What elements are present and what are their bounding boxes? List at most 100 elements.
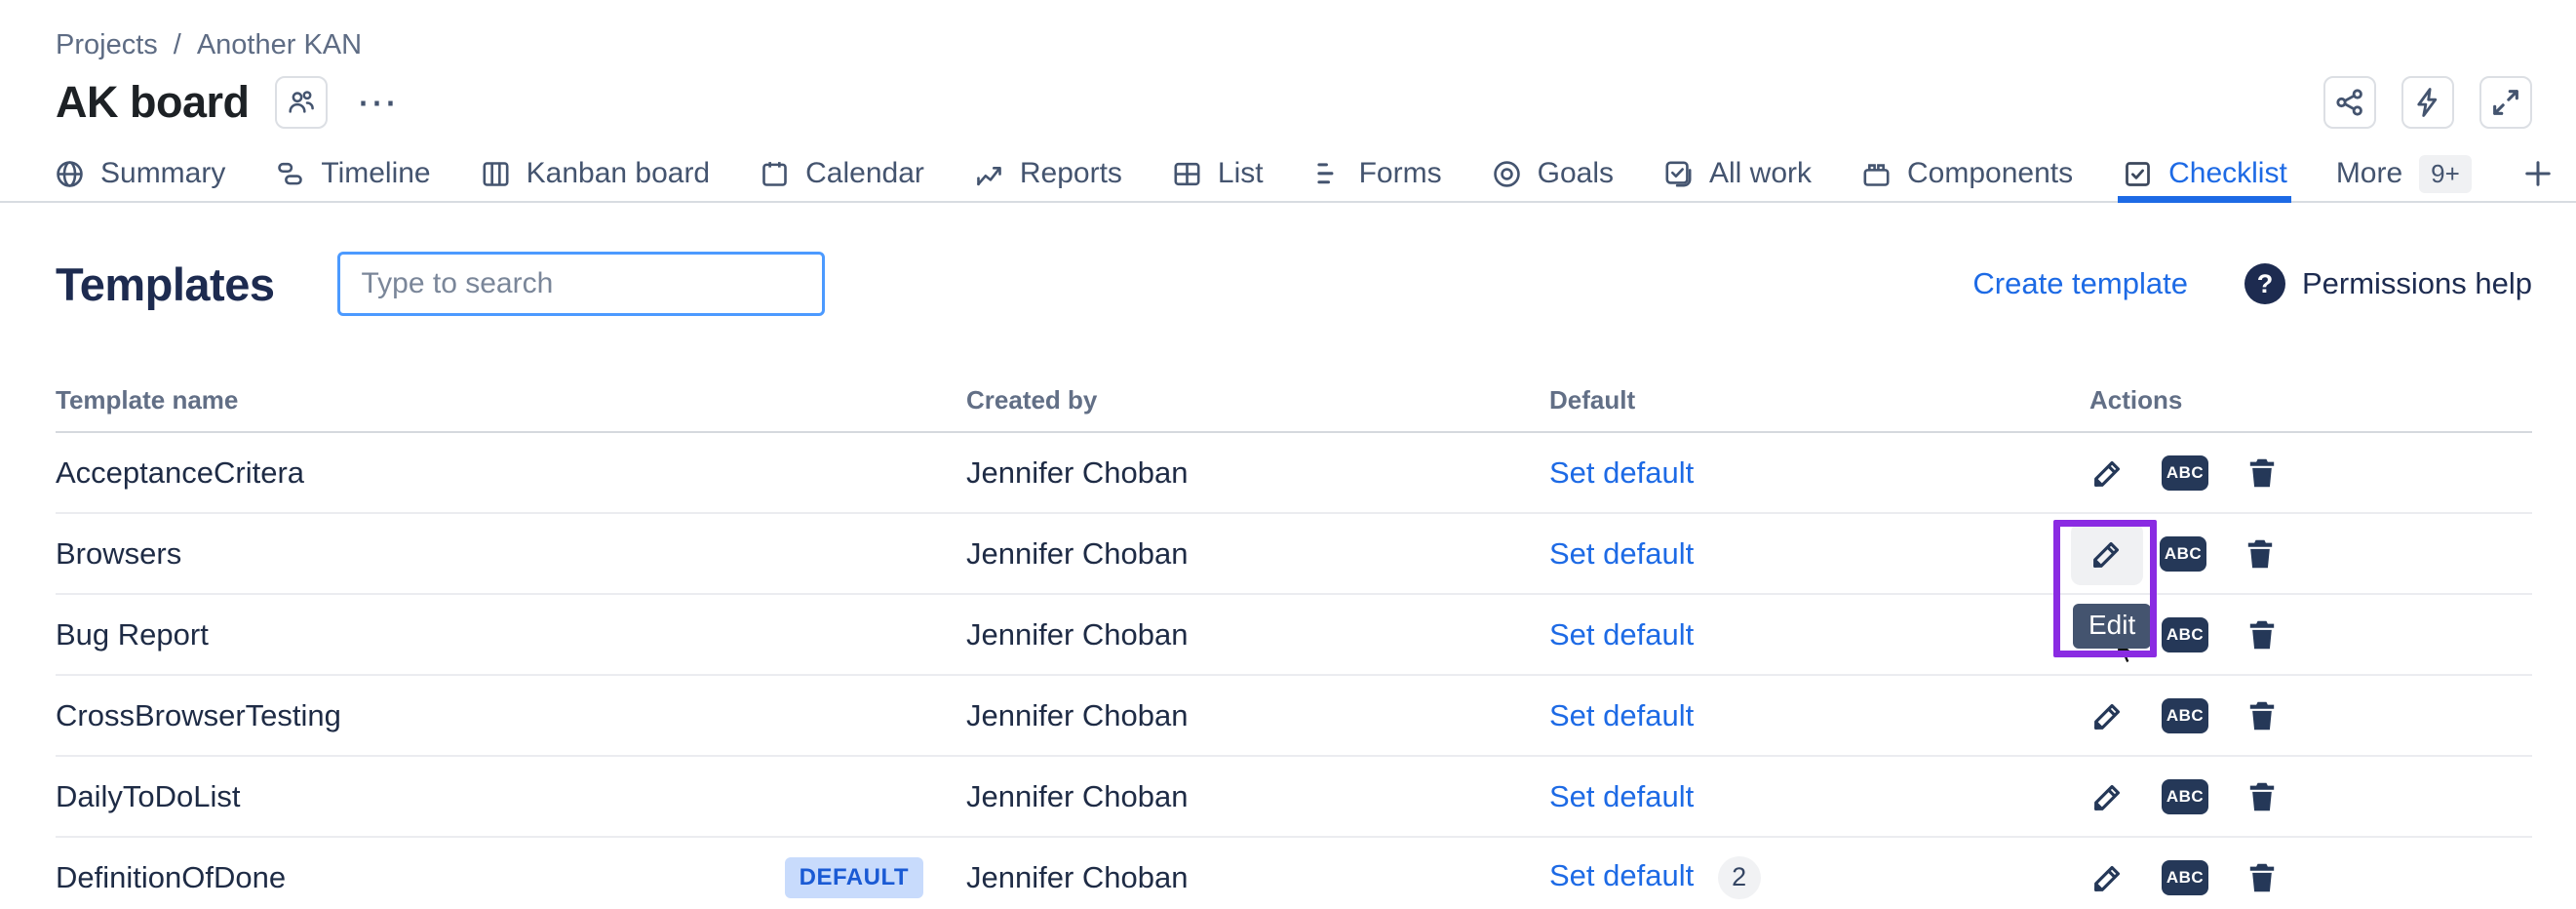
breadcrumb-separator: /: [174, 29, 181, 61]
more-count-badge: 9+: [2419, 155, 2472, 193]
created-by: Jennifer Choban: [966, 698, 1549, 733]
table-row: Bug Report Jennifer Choban Set default A…: [56, 595, 2532, 676]
created-by: Jennifer Choban: [966, 617, 1549, 652]
template-name: DefinitionOfDone: [56, 860, 286, 895]
breadcrumb: Projects / Another KAN: [56, 27, 2532, 62]
set-default-link[interactable]: Set default: [1549, 617, 1694, 652]
forms-icon: [1312, 158, 1345, 190]
edit-template-button[interactable]: [2089, 778, 2127, 815]
created-by: Jennifer Choban: [966, 860, 1549, 895]
expand-icon: [2489, 86, 2522, 119]
rename-template-button[interactable]: ABC: [2160, 536, 2206, 572]
create-template-button[interactable]: Create template: [1972, 266, 2188, 301]
created-by: Jennifer Choban: [966, 455, 1549, 491]
template-name: AcceptanceCritera: [56, 455, 304, 491]
globe-icon: [54, 158, 86, 190]
reports-icon: [973, 158, 1005, 190]
board-members-button[interactable]: [275, 76, 328, 129]
pencil-icon: [2089, 778, 2127, 815]
table-row: AcceptanceCritera Jennifer Choban Set de…: [56, 433, 2532, 514]
table-row: Browsers Jennifer Choban Set default ABC…: [56, 514, 2532, 595]
tab-list[interactable]: List: [1171, 146, 1264, 201]
page-header: Projects / Another KAN AK board ⋯: [0, 0, 2576, 131]
permissions-help-button[interactable]: ? Permissions help: [2244, 263, 2532, 304]
default-count-badge: 2: [1718, 856, 1761, 899]
tab-kanban-board[interactable]: Kanban board: [480, 146, 711, 201]
template-name: CrossBrowserTesting: [56, 698, 341, 733]
table-row: CrossBrowserTesting Jennifer Choban Set …: [56, 676, 2532, 757]
template-search-input[interactable]: [337, 252, 825, 316]
delete-template-button[interactable]: [2244, 697, 2281, 734]
people-icon: [286, 87, 317, 118]
pencil-icon: [2089, 454, 2127, 492]
all-work-icon: [1662, 158, 1695, 190]
checklist-icon: [2122, 158, 2154, 190]
rename-template-button[interactable]: ABC: [2162, 860, 2208, 895]
rename-template-button[interactable]: ABC: [2162, 617, 2208, 652]
set-default-link[interactable]: Set default: [1549, 455, 1694, 491]
delete-template-button[interactable]: [2244, 859, 2281, 896]
col-header-template-name: Template name: [56, 385, 966, 415]
default-badge: DEFAULT: [785, 857, 923, 898]
jira-checklist-templates-page: Projects / Another KAN AK board ⋯: [0, 0, 2576, 909]
edit-tooltip: Edit: [2073, 604, 2151, 649]
automation-button[interactable]: [2401, 76, 2454, 129]
col-header-default: Default: [1549, 385, 2089, 415]
share-icon: [2333, 86, 2366, 119]
more-actions-button[interactable]: ⋯: [357, 93, 400, 112]
edit-template-button[interactable]: [2089, 454, 2127, 492]
templates-heading: Templates: [56, 257, 275, 311]
col-header-actions: Actions: [2089, 385, 2532, 415]
edit-template-button[interactable]: [2089, 859, 2127, 896]
delete-template-button[interactable]: [2244, 778, 2281, 815]
breadcrumb-current-project[interactable]: Another KAN: [197, 29, 362, 61]
trash-icon: [2244, 454, 2281, 492]
rename-template-button[interactable]: ABC: [2162, 698, 2208, 733]
trash-icon: [2244, 616, 2281, 653]
delete-template-button[interactable]: [2244, 454, 2281, 492]
pencil-icon: [2089, 859, 2127, 896]
breadcrumb-projects[interactable]: Projects: [56, 29, 158, 61]
edit-template-button-hovered[interactable]: [2071, 523, 2143, 585]
goals-icon: [1491, 158, 1523, 190]
tab-checklist[interactable]: Checklist: [2122, 146, 2287, 201]
trash-icon: [2244, 859, 2281, 896]
fullscreen-button[interactable]: [2479, 76, 2532, 129]
tab-forms[interactable]: Forms: [1312, 146, 1442, 201]
tab-calendar[interactable]: Calendar: [759, 146, 924, 201]
set-default-link[interactable]: Set default: [1549, 698, 1694, 733]
tab-all-work[interactable]: All work: [1662, 146, 1812, 201]
template-name: DailyToDoList: [56, 779, 241, 814]
delete-template-button[interactable]: [2242, 535, 2279, 573]
plus-icon: [2520, 156, 2556, 191]
set-default-link[interactable]: Set default: [1549, 536, 1694, 572]
page-title: AK board: [56, 77, 250, 128]
templates-table: Template name Created by Default Actions…: [56, 369, 2532, 909]
table-row: DefinitionOfDone DEFAULT Jennifer Choban…: [56, 838, 2532, 909]
col-header-created-by: Created by: [966, 385, 1549, 415]
question-icon: ?: [2244, 263, 2285, 304]
edit-template-button[interactable]: [2089, 697, 2127, 734]
lightning-icon: [2411, 86, 2444, 119]
created-by: Jennifer Choban: [966, 779, 1549, 814]
tab-goals[interactable]: Goals: [1491, 146, 1614, 201]
template-name: Browsers: [56, 536, 181, 572]
set-default-link[interactable]: Set default: [1549, 779, 1694, 814]
calendar-icon: [759, 158, 791, 190]
tab-reports[interactable]: Reports: [973, 146, 1122, 201]
table-row: DailyToDoList Jennifer Choban Set defaul…: [56, 757, 2532, 838]
tab-summary[interactable]: Summary: [54, 146, 225, 201]
delete-template-button[interactable]: [2244, 616, 2281, 653]
rename-template-button[interactable]: ABC: [2162, 455, 2208, 491]
kanban-icon: [480, 158, 512, 190]
set-default-link[interactable]: Set default: [1549, 858, 1694, 893]
add-tab-button[interactable]: [2520, 146, 2556, 201]
table-header-row: Template name Created by Default Actions: [56, 369, 2532, 433]
tab-timeline[interactable]: Timeline: [274, 146, 430, 201]
rename-template-button[interactable]: ABC: [2162, 779, 2208, 814]
tab-components[interactable]: Components: [1860, 146, 2073, 201]
pencil-icon: [2089, 697, 2127, 734]
trash-icon: [2244, 697, 2281, 734]
tab-more[interactable]: More 9+: [2336, 146, 2472, 201]
share-button[interactable]: [2323, 76, 2376, 129]
